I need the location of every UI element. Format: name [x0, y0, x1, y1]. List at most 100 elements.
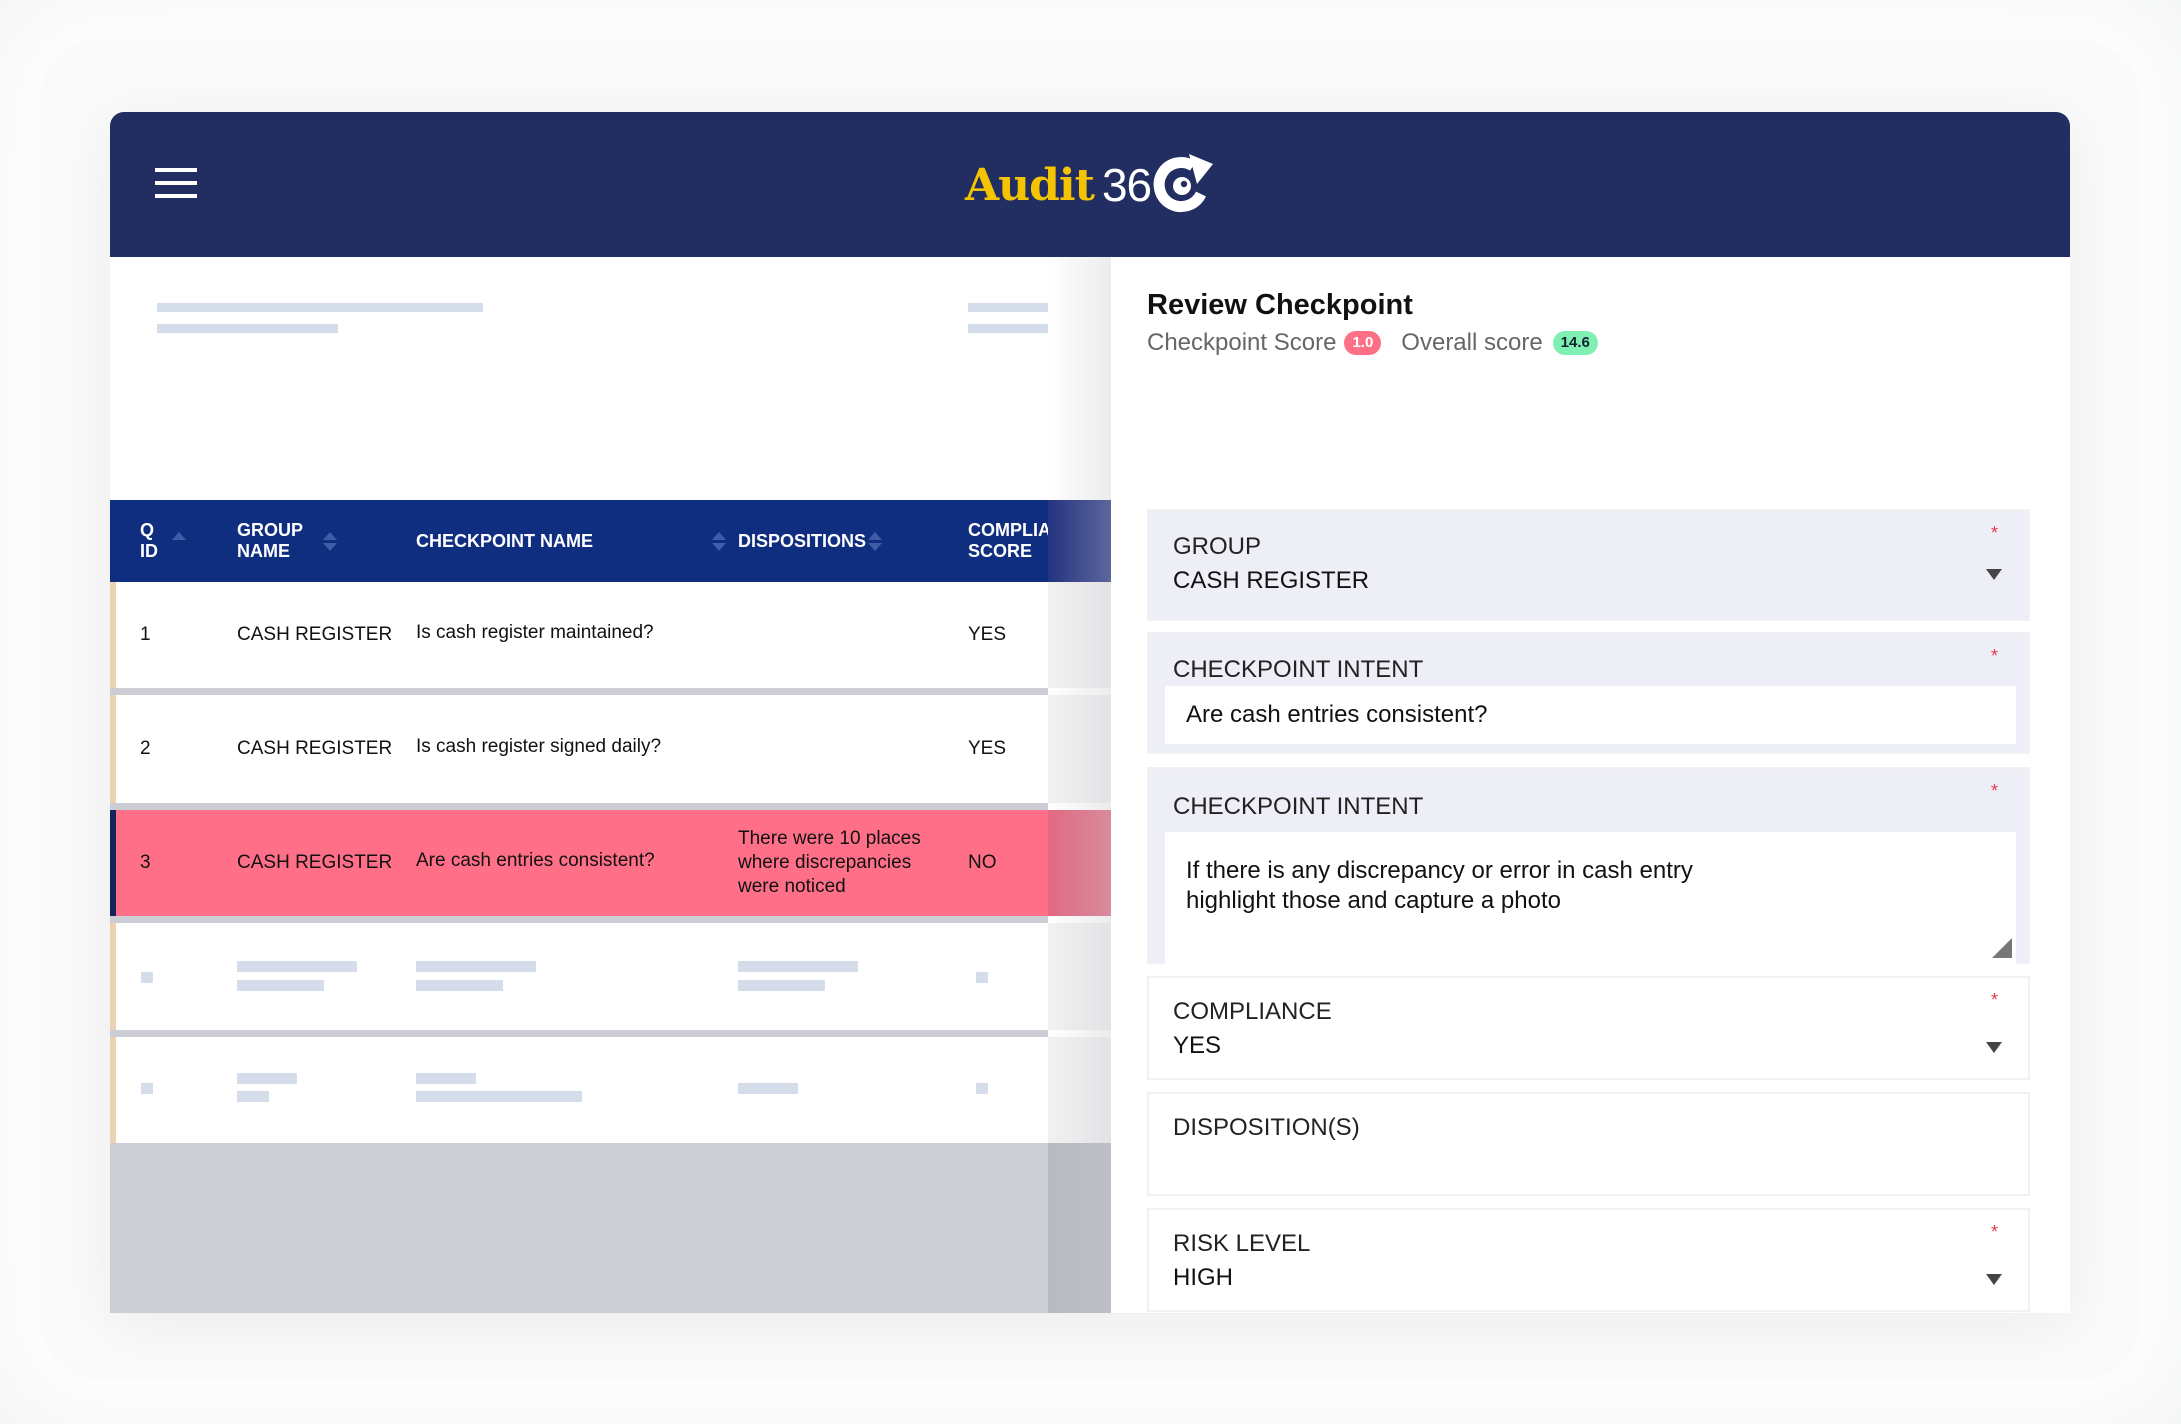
skeleton-cell — [416, 1073, 476, 1084]
group-value: CASH REGISTER — [1173, 567, 1370, 594]
row-divider — [110, 1030, 1048, 1037]
table-header: Q ID GROUP NAME CHECKPOINT NAME DISPOSITIO… — [110, 500, 1158, 582]
disposition-line: where discrepancies — [738, 852, 912, 873]
cell-group: CASH REGISTER — [237, 738, 393, 759]
row-divider — [110, 916, 1048, 923]
chevron-down-icon[interactable] — [1986, 1274, 2002, 1285]
checkpoint-score-badge: 1.0 — [1344, 331, 1382, 355]
required-asterisk-icon: * — [1990, 523, 1998, 543]
column-header-label: CHECKPOINT NAME — [416, 530, 594, 551]
skeleton-right-line — [968, 303, 1048, 312]
sort-icon[interactable] — [712, 531, 726, 551]
checkpoint-intent-field: CHECKPOINT INTENT * Are cash entries con… — [1147, 632, 2030, 754]
checkpoint-score-label: Checkpoint Score — [1147, 329, 1337, 356]
compliance-label: COMPLIANCE — [1173, 998, 1332, 1025]
sort-icon[interactable] — [868, 531, 883, 551]
cell-score: NO — [968, 852, 997, 873]
skeleton-cell — [141, 1083, 153, 1094]
skeleton-cell — [416, 1091, 582, 1102]
skeleton-right-line — [968, 324, 1048, 333]
table-row[interactable]: 1 CASH REGISTER Is cash register maintai… — [110, 582, 1048, 688]
panel-shadow — [1048, 923, 1111, 1030]
cell-group: CASH REGISTER — [237, 624, 393, 645]
column-header-group-name[interactable]: GROUP NAME — [237, 500, 338, 582]
cell-checkpoint: Are cash entries consistent? — [416, 850, 655, 871]
disposition-line: There were 10 places — [738, 828, 921, 849]
logo-text-36: 36 — [1101, 159, 1152, 211]
column-header-checkpoint-name[interactable]: CHECKPOINT NAME — [416, 500, 726, 582]
column-header-dispositions[interactable]: DISPOSITIONS — [738, 500, 883, 582]
checkpoint-intent-input[interactable]: Are cash entries consistent? — [1165, 686, 2016, 744]
group-select[interactable]: GROUP CASH REGISTER * — [1147, 509, 2030, 621]
checkpoint-intent-textarea[interactable]: If there is any discrepancy or error in … — [1165, 832, 2016, 964]
review-checkpoint-panel: Review Checkpoint Checkpoint Score 1.0 O… — [1111, 257, 2070, 1313]
column-header-label: ID — [140, 541, 158, 561]
column-header-qid[interactable]: Q ID — [140, 500, 186, 582]
table-empty-area — [110, 1143, 1048, 1313]
cell-group: CASH REGISTER — [237, 852, 393, 873]
cell-disposition: There were 10 places where discrepancies… — [738, 810, 921, 916]
table-row-placeholder — [110, 923, 1048, 1030]
skeleton-cell — [141, 972, 153, 983]
panel-shadow-selected — [1048, 810, 1111, 916]
skeleton-cell — [237, 980, 324, 991]
risk-level-label: RISK LEVEL — [1173, 1230, 1311, 1257]
risk-level-value: HIGH — [1173, 1264, 1233, 1291]
checkpoint-intent-label: CHECKPOINT INTENT — [1173, 793, 1424, 820]
checkpoint-intent-label: CHECKPOINT INTENT — [1173, 656, 1424, 683]
circular-arrow-eye-icon — [1153, 154, 1214, 212]
skeleton-cell — [416, 980, 503, 991]
panel-shadow — [1048, 1037, 1111, 1143]
required-asterisk-icon: * — [1990, 646, 1998, 666]
panel-title: Review Checkpoint — [1147, 289, 1413, 321]
skeleton-cell — [738, 980, 825, 991]
panel-shadow — [1048, 695, 1111, 803]
required-asterisk-icon: * — [1990, 1222, 1998, 1242]
skeleton-cell — [738, 961, 858, 972]
risk-level-select[interactable]: RISK LEVEL HIGH * — [1147, 1208, 2030, 1312]
skeleton-cell — [976, 1083, 988, 1094]
table-row-placeholder — [110, 1037, 1048, 1143]
textarea-line: If there is any discrepancy or error in … — [1186, 857, 1693, 884]
sort-icon[interactable] — [323, 531, 338, 551]
skeleton-cell — [237, 961, 357, 972]
column-header-label: Q — [140, 520, 155, 540]
overall-score-badge: 14.6 — [1552, 331, 1598, 355]
column-header-label: GROUP — [237, 520, 304, 540]
skeleton-title-line — [157, 303, 483, 312]
resize-handle-icon[interactable] — [1992, 938, 2012, 958]
panel-shadow — [1048, 582, 1111, 688]
score-summary: Checkpoint Score 1.0 Overall score 14.6 — [1147, 329, 1598, 357]
table-row-selected[interactable]: 3 CASH REGISTER Are cash entries consist… — [110, 810, 1048, 916]
required-asterisk-icon: * — [1990, 781, 1998, 801]
disposition-field[interactable]: DISPOSITION(S) — [1147, 1092, 2030, 1196]
compliance-value: YES — [1173, 1032, 1222, 1059]
hamburger-menu-icon[interactable] — [155, 168, 197, 200]
textarea-line: highlight those and capture a photo — [1186, 887, 1561, 914]
column-header-label: NAME — [237, 541, 290, 561]
skeleton-subtitle-line — [157, 324, 338, 333]
overall-score-label: Overall score — [1401, 329, 1543, 356]
sort-ascending-icon[interactable] — [172, 531, 186, 551]
cell-qid: 3 — [140, 852, 151, 873]
column-header-label: DISPOSITIONS — [738, 530, 867, 551]
cell-qid: 1 — [140, 624, 151, 645]
skeleton-cell — [237, 1091, 269, 1102]
skeleton-cell — [237, 1073, 297, 1084]
skeleton-cell — [976, 972, 988, 983]
app-window: Audit 36 Show 5 Rows QID GROUPNAME — [110, 112, 2070, 1313]
compliance-select[interactable]: COMPLIANCE YES * — [1147, 976, 2030, 1080]
cell-checkpoint: Is cash register maintained? — [416, 622, 654, 643]
disposition-line: were noticed — [738, 876, 846, 897]
cell-score: YES — [968, 738, 1007, 759]
skeleton-cell — [416, 961, 536, 972]
cell-score: YES — [968, 624, 1007, 645]
column-header-label: SCORE — [968, 541, 1033, 561]
audit360-logo[interactable]: Audit 36 — [965, 150, 1219, 220]
chevron-down-icon[interactable] — [1986, 1042, 2002, 1053]
table-row[interactable]: 2 CASH REGISTER Is cash register signed … — [110, 695, 1048, 803]
chevron-down-icon[interactable] — [1986, 569, 2002, 580]
checkpoint-intent-description-field: CHECKPOINT INTENT * If there is any disc… — [1147, 767, 2030, 964]
cell-qid: 2 — [140, 738, 151, 759]
panel-shadow-header — [1048, 500, 1111, 582]
